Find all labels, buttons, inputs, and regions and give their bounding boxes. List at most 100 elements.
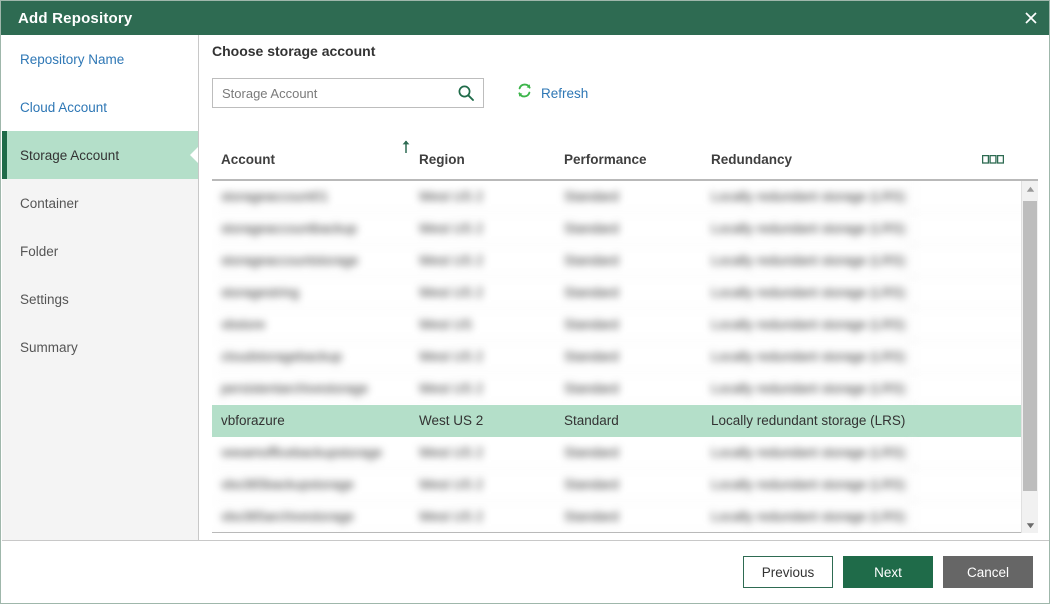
- cell-region: West US 2: [419, 189, 484, 204]
- cell-redundancy: Locally redundant storage (LRS): [711, 477, 906, 492]
- sidebar-item-folder[interactable]: Folder: [2, 227, 198, 275]
- cell-redundancy: Locally redundant storage (LRS): [711, 285, 906, 300]
- cell-redundancy: Locally redundant storage (LRS): [711, 253, 906, 268]
- cell-redundancy: Locally redundant storage (LRS): [711, 189, 906, 204]
- cell-account: veeamofficebackupstorage: [221, 445, 383, 460]
- active-step-pointer-icon: [190, 146, 198, 164]
- row-tail: [912, 373, 1038, 404]
- row-tail: [912, 181, 1038, 212]
- table-row[interactable]: storageaccountstorage West US 2 Standard…: [212, 245, 1038, 277]
- column-header-redundancy[interactable]: Redundancy: [711, 152, 792, 167]
- column-header-performance[interactable]: Performance: [564, 152, 647, 167]
- row-tail: [912, 277, 1038, 308]
- table-row[interactable]: vbo365archivestorage West US 2 Standard …: [212, 501, 1038, 533]
- table-scrollbar[interactable]: [1021, 181, 1038, 533]
- cell-region: West US 2: [419, 445, 484, 460]
- cell-region: West US 2: [419, 477, 484, 492]
- table-row-selected[interactable]: vbforazure West US 2 Standard Locally re…: [212, 405, 1038, 437]
- sort-ascending-icon[interactable]: [401, 140, 411, 157]
- cell-redundancy: Locally redundant storage (LRS): [711, 413, 906, 428]
- cell-redundancy: Locally redundant storage (LRS): [711, 509, 906, 524]
- cell-performance: Standard: [564, 413, 619, 428]
- row-tail: [912, 341, 1038, 372]
- sidebar-item-storage-account[interactable]: Storage Account: [2, 131, 198, 179]
- cell-redundancy: Locally redundant storage (LRS): [711, 221, 906, 236]
- cell-performance: Standard: [564, 445, 619, 460]
- cell-performance: Standard: [564, 349, 619, 364]
- cell-redundancy: Locally redundant storage (LRS): [711, 317, 906, 332]
- table-row[interactable]: vbstore West US Standard Locally redunda…: [212, 309, 1038, 341]
- scroll-up-icon: [1026, 180, 1035, 198]
- cell-account: persistentarchivestorage: [221, 381, 369, 396]
- scroll-down-icon: [1026, 516, 1035, 534]
- scroll-down-button[interactable]: [1022, 517, 1038, 533]
- sidebar-item-container[interactable]: Container: [2, 179, 198, 227]
- page-title: Choose storage account: [212, 43, 376, 59]
- search-icon[interactable]: [449, 79, 483, 107]
- sidebar-item-label: Cloud Account: [20, 99, 108, 115]
- close-icon: [1023, 10, 1039, 26]
- sidebar-item-label: Storage Account: [20, 147, 120, 163]
- cell-account: storageaccountstorage: [221, 253, 359, 268]
- table-row[interactable]: storagestring West US 2 Standard Locally…: [212, 277, 1038, 309]
- sidebar-item-label: Repository Name: [20, 51, 125, 67]
- sidebar-item-summary[interactable]: Summary: [2, 323, 198, 371]
- content-pane: Choose storage account Storage Account R…: [200, 35, 1049, 540]
- scrollbar-thumb[interactable]: [1023, 201, 1037, 491]
- sidebar-item-label: Settings: [20, 291, 69, 307]
- sidebar-item-label: Container: [20, 195, 79, 211]
- cell-region: West US: [419, 317, 473, 332]
- cell-account: storageaccountbackup: [221, 221, 357, 236]
- cell-region: West US 2: [419, 221, 484, 236]
- cell-performance: Standard: [564, 509, 619, 524]
- table-row[interactable]: cloudstoragebackup West US 2 Standard Lo…: [212, 341, 1038, 373]
- cell-performance: Standard: [564, 317, 619, 332]
- cell-redundancy: Locally redundant storage (LRS): [711, 381, 906, 396]
- close-button[interactable]: [1011, 1, 1049, 35]
- column-header-region[interactable]: Region: [419, 152, 465, 167]
- cancel-button[interactable]: Cancel: [943, 556, 1033, 588]
- table-row[interactable]: storageaccountbackup West US 2 Standard …: [212, 213, 1038, 245]
- dialog-footer: Previous Next Cancel: [2, 540, 1049, 603]
- row-tail: [912, 437, 1038, 468]
- toolbar: Refresh: [200, 59, 1049, 108]
- sidebar-filler: [2, 371, 198, 540]
- row-tail: [912, 213, 1038, 244]
- table-row[interactable]: persistentarchivestorage West US 2 Stand…: [212, 373, 1038, 405]
- scroll-up-button[interactable]: [1022, 181, 1038, 197]
- sidebar-item-label: Summary: [20, 339, 78, 355]
- refresh-label: Refresh: [541, 85, 589, 101]
- cell-performance: Standard: [564, 381, 619, 396]
- cell-performance: Standard: [564, 221, 619, 236]
- table-body: storageaccount01 West US 2 Standard Loca…: [212, 181, 1038, 533]
- row-tail: [912, 469, 1038, 500]
- sidebar-item-repository-name[interactable]: Repository Name: [2, 35, 198, 83]
- column-header-account[interactable]: Account: [221, 152, 275, 167]
- cell-region: West US 2: [419, 413, 484, 428]
- storage-account-table: Account Region Performance Redundancy st…: [212, 139, 1038, 533]
- window-title: Add Repository: [18, 9, 133, 27]
- search-input[interactable]: [213, 79, 449, 107]
- table-row[interactable]: veeamofficebackupstorage West US 2 Stand…: [212, 437, 1038, 469]
- cell-account: storageaccount01: [221, 189, 329, 204]
- refresh-icon: [516, 82, 533, 104]
- table-row[interactable]: storageaccount01 West US 2 Standard Loca…: [212, 181, 1038, 213]
- row-tail: [912, 405, 1038, 436]
- refresh-button[interactable]: Refresh: [516, 82, 588, 104]
- column-options-icon[interactable]: [981, 152, 1005, 167]
- title-bar: Add Repository: [1, 1, 1049, 35]
- cell-region: West US 2: [419, 349, 484, 364]
- table-bottom-rule: [212, 532, 1038, 533]
- sidebar-item-cloud-account[interactable]: Cloud Account: [2, 83, 198, 131]
- sidebar-item-settings[interactable]: Settings: [2, 275, 198, 323]
- table-header-row: Account Region Performance Redundancy: [212, 139, 1038, 181]
- cell-redundancy: Locally redundant storage (LRS): [711, 445, 906, 460]
- table-row[interactable]: vbo365backupstorage West US 2 Standard L…: [212, 469, 1038, 501]
- add-repository-dialog: Add Repository Repository Name Cloud Acc…: [0, 0, 1050, 604]
- next-button[interactable]: Next: [843, 556, 933, 588]
- cell-region: West US 2: [419, 285, 484, 300]
- cell-performance: Standard: [564, 285, 619, 300]
- previous-button[interactable]: Previous: [743, 556, 833, 588]
- search-box[interactable]: [212, 78, 484, 108]
- cell-performance: Standard: [564, 189, 619, 204]
